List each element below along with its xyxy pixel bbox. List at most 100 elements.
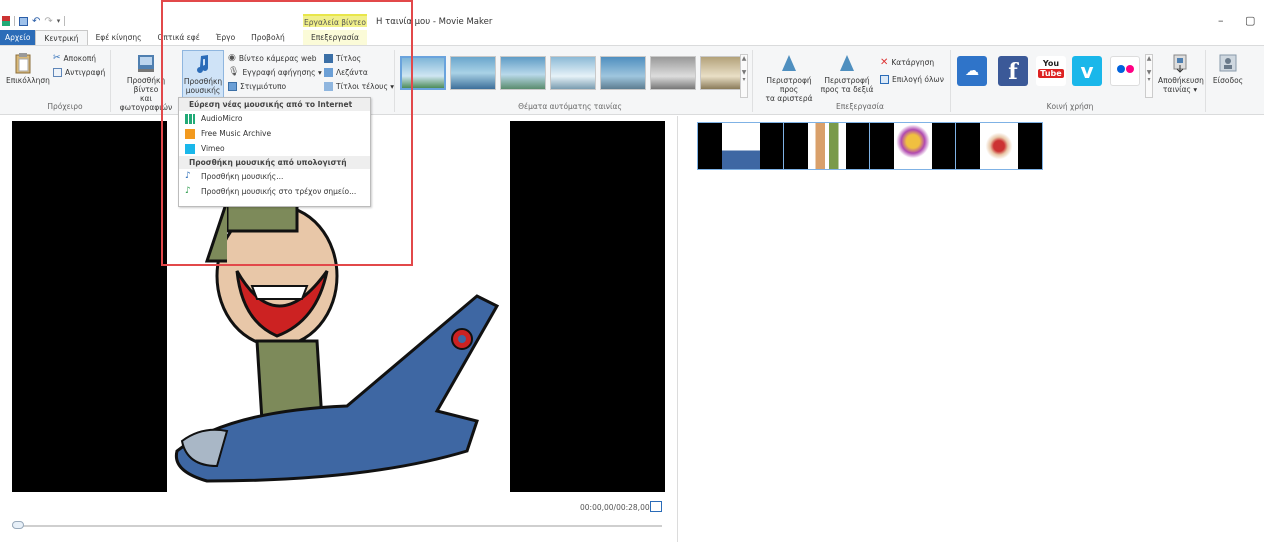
flickr-icon [1116, 65, 1134, 75]
rotate-right-button[interactable]: Περιστροφή προς τα δεξιά [818, 52, 876, 94]
qat-dropdown-icon[interactable]: ▾ [57, 17, 61, 25]
redo-icon[interactable]: ↷ [44, 16, 52, 27]
sign-in-label: Είσοδος [1212, 76, 1244, 85]
credits-label: Τίτλοι τέλους ▾ [336, 81, 395, 91]
snapshot-label: Στιγμιότυπο [240, 81, 287, 91]
menu-item-add-music[interactable]: ♪ Προσθήκη μουσικής... [179, 169, 370, 184]
group-separator [110, 50, 111, 112]
rotate-left-button[interactable]: Περιστροφή προς τα αριστερά [760, 52, 818, 103]
menu-item-vimeo[interactable]: Vimeo [179, 141, 370, 156]
caption-label: Λεζάντα [336, 67, 368, 77]
share-scroll[interactable]: ▲ ▼ ▾ [1145, 54, 1153, 98]
flickr-share-button[interactable] [1110, 56, 1140, 86]
add-videos-label-1: Προσθήκη βίντεο [126, 76, 166, 94]
undo-icon[interactable]: ↶ [32, 16, 40, 27]
pane-splitter[interactable] [677, 116, 678, 542]
tab-edit[interactable]: Επεξεργασία [303, 30, 367, 45]
group-label-clipboard: Πρόχειρο [47, 102, 83, 111]
menu-item-audiomicro-label: AudioMicro [201, 114, 243, 123]
save-movie-button[interactable]: Αποθήκευση ταινίας ▾ [1158, 52, 1204, 94]
add-music-dropdown: Εύρεση νέας μουσικής από το Internet Aud… [178, 97, 371, 207]
menu-item-audiomicro[interactable]: AudioMicro [179, 111, 370, 126]
webcam-label: Βίντεο κάμερας web [238, 53, 317, 63]
quick-access-toolbar: ↶ ↷ ▾ [2, 14, 66, 28]
group-label-editing: Επεξεργασία [836, 102, 884, 111]
caption-button[interactable]: Λεζάντα [324, 66, 368, 78]
menu-item-add-music-at-point[interactable]: ♪ Προσθήκη μουσικής στο τρέχον σημείο... [179, 184, 370, 199]
sign-in-button[interactable]: Είσοδος [1210, 52, 1246, 85]
theme-black-white[interactable] [650, 56, 696, 90]
credits-button[interactable]: Τίτλοι τέλους ▾ [324, 80, 394, 92]
rotate-left-icon [782, 55, 796, 71]
qat-separator [64, 16, 66, 26]
pc-music-header: Προσθήκη μουσικής από υπολογιστή [179, 156, 370, 169]
seek-thumb[interactable] [12, 521, 24, 529]
group-separator [394, 50, 395, 112]
cut-label: Αποκοπή [63, 53, 97, 63]
copy-icon [53, 67, 62, 77]
tab-project[interactable]: Έργο [208, 30, 243, 45]
tab-animations[interactable]: Εφέ κίνησης [88, 30, 150, 45]
theme-default[interactable] [400, 56, 446, 90]
themes-scroll[interactable]: ▲ ▼ ▾ [740, 54, 748, 98]
menu-item-fma-label: Free Music Archive [201, 129, 272, 138]
youtube-share-button[interactable]: You Tube [1036, 56, 1066, 86]
storyboard-clip[interactable] [956, 123, 1042, 169]
free-music-archive-icon [185, 128, 195, 139]
rotate-left-label-1: Περιστροφή προς [766, 76, 812, 94]
snapshot-icon [228, 81, 237, 91]
menu-item-add-music-at-point-label: Προσθήκη μουσικής στο τρέχον σημείο... [201, 187, 357, 196]
snapshot-button[interactable]: Στιγμιότυπο [228, 80, 286, 92]
storyboard-clip[interactable] [698, 123, 784, 169]
tab-view[interactable]: Προβολή [243, 30, 293, 45]
select-all-icon [880, 74, 889, 84]
app-icon[interactable] [2, 16, 10, 26]
title-icon [324, 53, 333, 63]
playback-timecode: 00:00,00/00:28,00 [580, 503, 650, 512]
onedrive-share-button[interactable]: ☁ [957, 56, 987, 86]
window-title: Η ταινία μου - Movie Maker [376, 17, 493, 27]
tab-visual-effects[interactable]: Οπτικά εφέ [150, 30, 208, 45]
menu-item-free-music-archive[interactable]: Free Music Archive [179, 126, 370, 141]
credits-icon [324, 81, 333, 91]
menu-item-add-music-label: Προσθήκη μουσικής... [201, 172, 284, 181]
remove-label: Κατάργηση [891, 57, 935, 67]
vimeo-icon [185, 143, 195, 154]
theme-pan-zoom[interactable] [600, 56, 646, 90]
group-label-share: Κοινή χρήση [1046, 102, 1094, 111]
theme-fade[interactable] [550, 56, 596, 90]
tab-home[interactable]: Κεντρική [35, 30, 88, 45]
select-all-button[interactable]: Επιλογή όλων [880, 73, 944, 85]
tab-file[interactable]: Αρχείο [0, 30, 36, 45]
theme-cinematic[interactable] [500, 56, 546, 90]
storyboard-clip[interactable] [784, 123, 870, 169]
save-icon[interactable] [19, 16, 28, 26]
vimeo-share-button[interactable]: v [1072, 56, 1102, 86]
paste-button[interactable]: Επικόλληση [6, 52, 50, 85]
youtube-icon-bottom: Tube [1038, 69, 1064, 78]
restore-button[interactable]: ▢ [1245, 14, 1255, 27]
film-photo-icon [138, 55, 154, 72]
copy-button[interactable]: Αντιγραφή [53, 66, 105, 78]
webcam-video-button[interactable]: ◉ Βίντεο κάμερας web [228, 52, 316, 64]
remove-button[interactable]: ✕ Κατάργηση [880, 56, 934, 68]
record-narration-button[interactable]: 🎙 Εγγραφή αφήγησης ▾ [228, 66, 322, 78]
cloud-icon: ☁ [965, 63, 979, 79]
group-label-themes: Θέματα αυτόματης ταινίας [518, 102, 622, 111]
fullscreen-icon[interactable] [650, 501, 662, 512]
add-videos-photos-button[interactable]: Προσθήκη βίντεο και φωτογραφιών [114, 52, 178, 112]
minimize-button[interactable]: – [1218, 14, 1224, 27]
youtube-icon-top: You [1042, 59, 1060, 68]
music-note-icon: ♪ [185, 171, 191, 181]
title-button[interactable]: Τίτλος [324, 52, 361, 64]
seek-bar[interactable] [12, 525, 662, 527]
microphone-icon: 🎙 [228, 67, 240, 77]
theme-contemporary[interactable] [450, 56, 496, 90]
select-all-label: Επιλογή όλων [892, 74, 944, 84]
cut-button[interactable]: ✂ Αποκοπή [53, 52, 96, 64]
facebook-share-button[interactable]: f [998, 56, 1028, 86]
caption-icon [324, 67, 333, 77]
add-music-button[interactable]: Προσθήκη μουσικής ▾ [182, 50, 224, 104]
storyboard-clip[interactable] [870, 123, 956, 169]
paste-label: Επικόλληση [6, 76, 50, 85]
